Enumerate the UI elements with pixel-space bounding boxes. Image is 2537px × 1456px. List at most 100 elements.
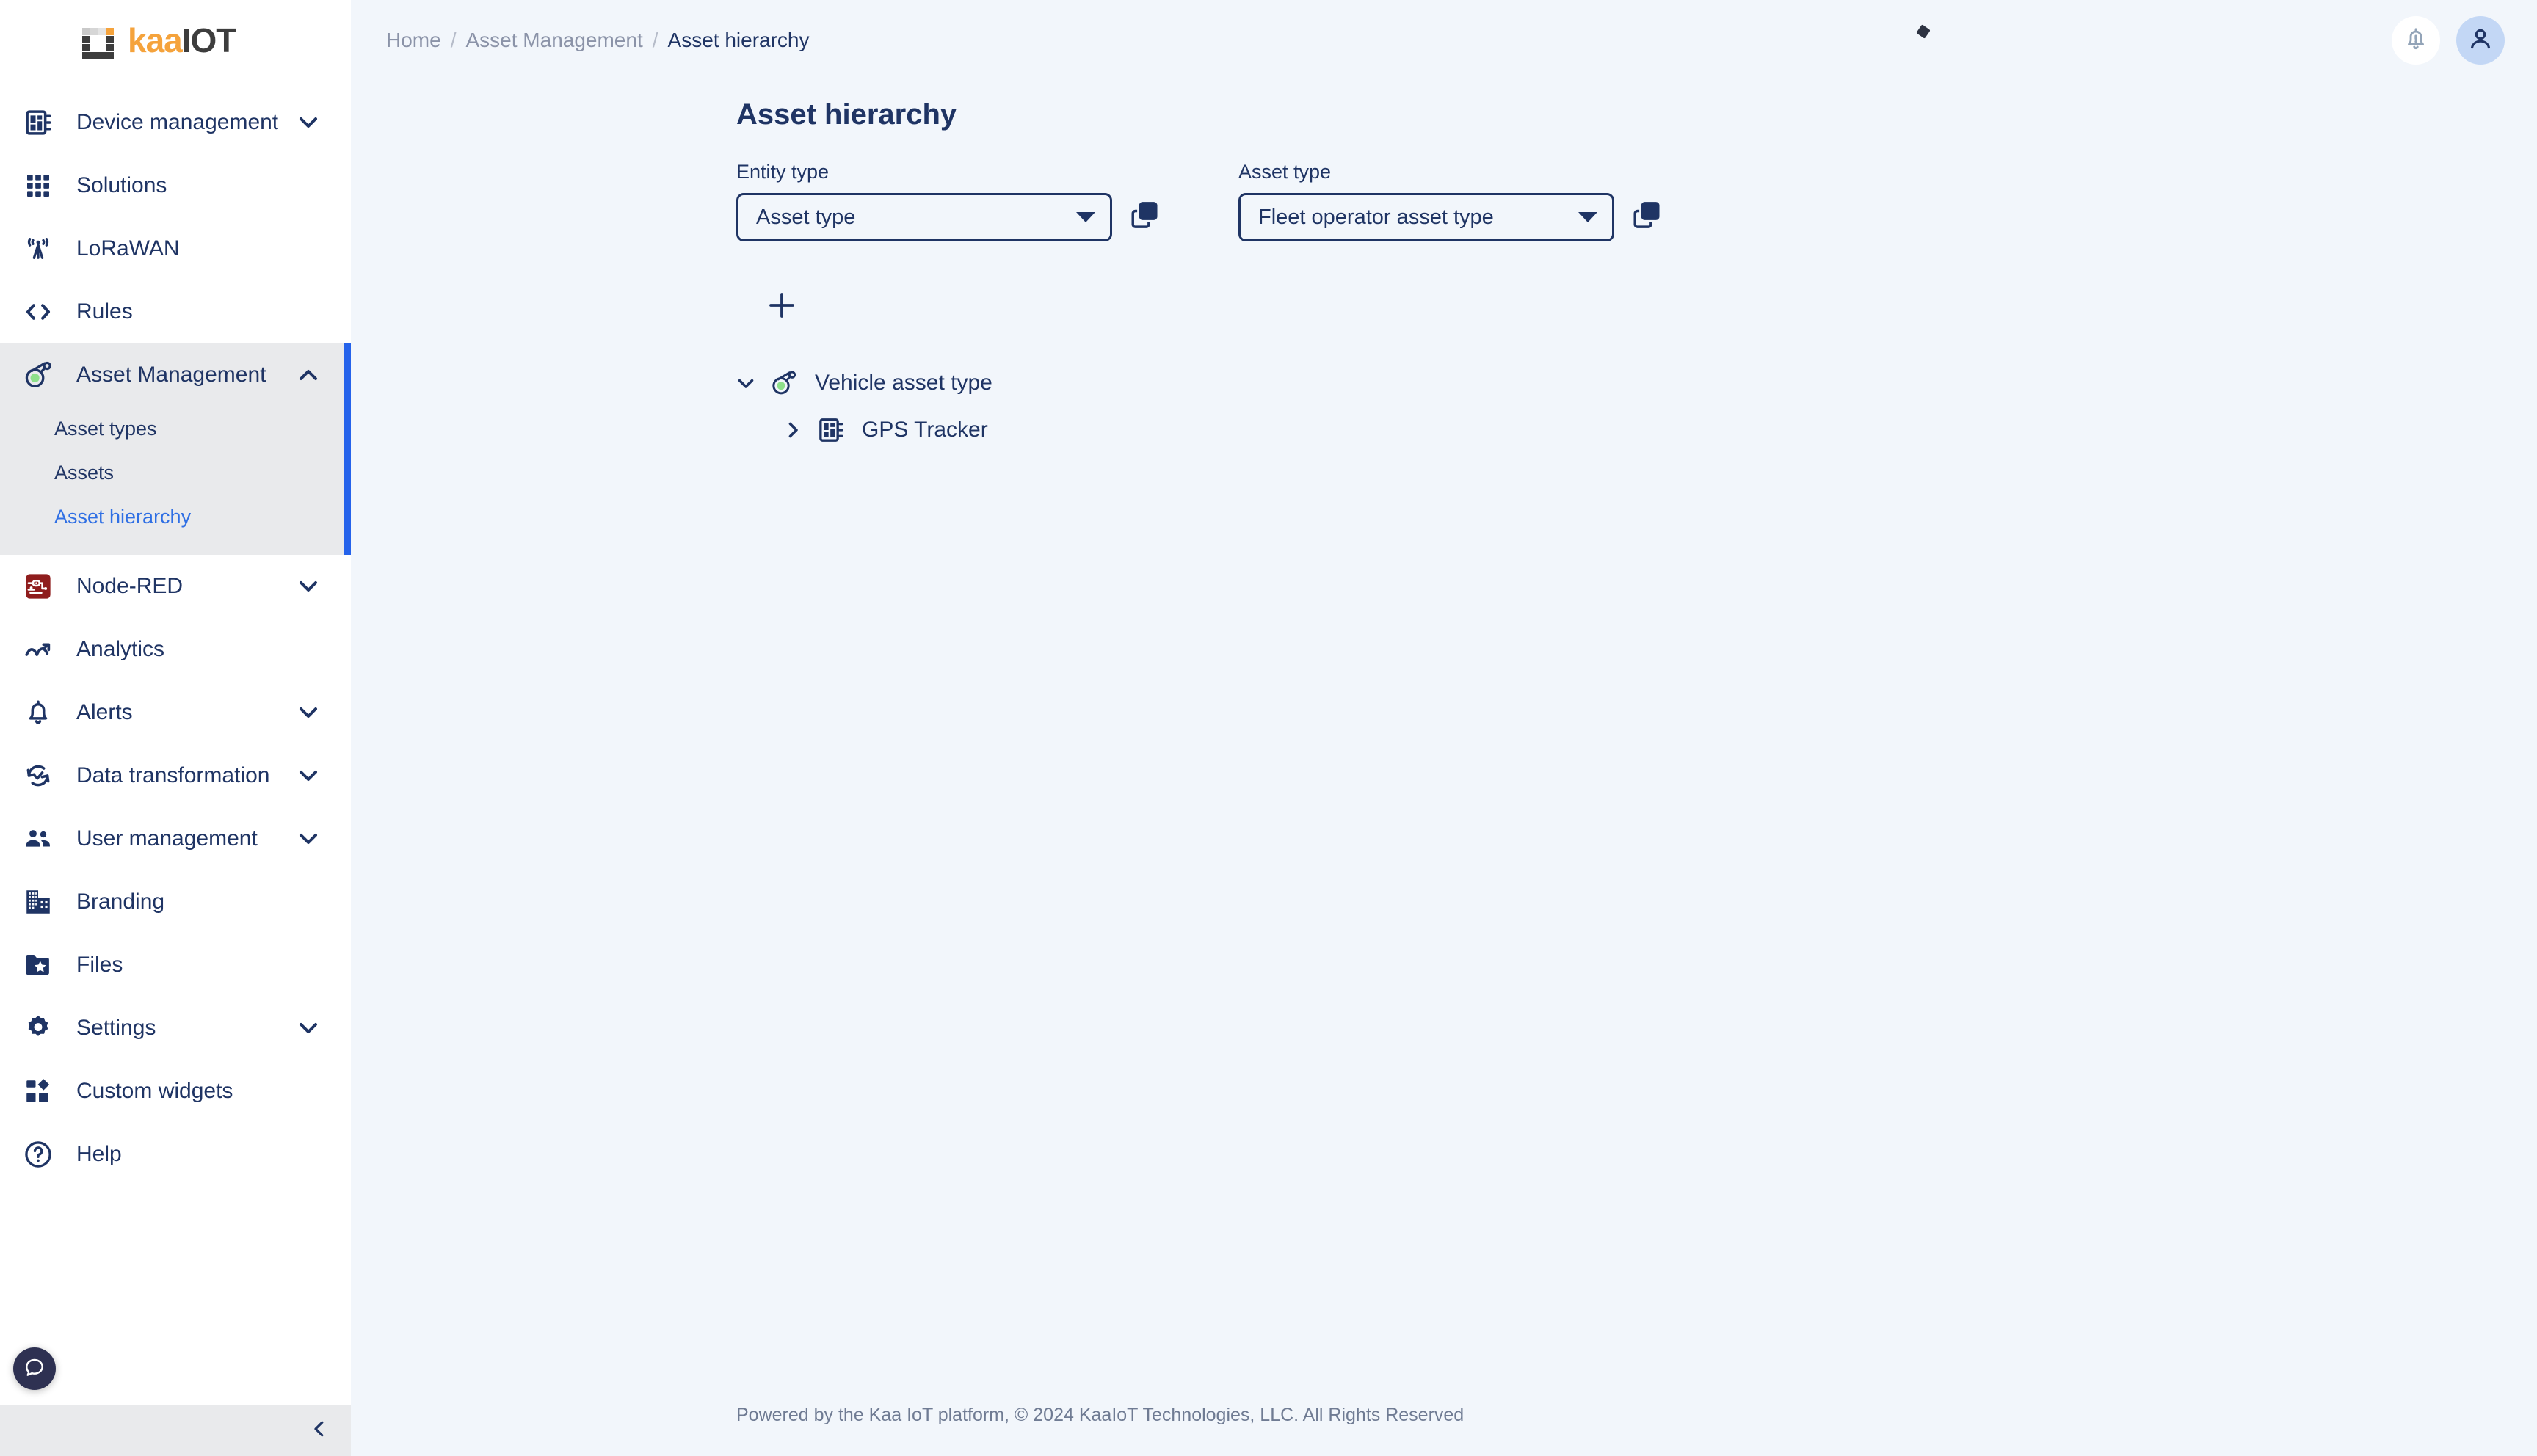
asset-type-field: Asset type Fleet operator asset type [1238, 161, 1667, 241]
sidebar-item-user-management[interactable]: User management [0, 807, 351, 870]
entity-type-select-row: Asset type [736, 193, 1165, 241]
asset-type-select-row: Fleet operator asset type [1238, 193, 1667, 241]
sidebar-item-label: Files [76, 953, 123, 977]
chip-icon [21, 105, 56, 140]
sidebar-item-device-management[interactable]: Device management [0, 91, 351, 154]
sidebar-item-data-transformation[interactable]: Data transformation [0, 744, 351, 807]
antenna-icon [21, 231, 56, 266]
refresh-check-icon [21, 758, 56, 793]
gear-icon [21, 1011, 56, 1046]
sidebar-item-label: Branding [76, 889, 165, 914]
sidebar-item-asset-management[interactable]: Asset Management [0, 343, 351, 407]
breadcrumb-item-asset-management[interactable]: Asset Management [465, 29, 642, 52]
sidebar-item-label: Help [76, 1142, 122, 1166]
sidebar-item-node-red[interactable]: Node-RED [0, 555, 351, 618]
bell-icon [21, 695, 56, 730]
tree-node-label: GPS Tracker [862, 418, 988, 442]
copy-icon [1630, 199, 1667, 231]
sidebar-item-label: Custom widgets [76, 1079, 233, 1103]
chevron-up-icon[interactable] [294, 360, 323, 390]
sidebar-item-branding[interactable]: Branding [0, 870, 351, 933]
tree-node-vehicle-asset-type[interactable]: Vehicle asset type [730, 360, 2537, 406]
tree-node-gps-tracker[interactable]: GPS Tracker [730, 407, 2537, 453]
sidebar-item-label: Node-RED [76, 574, 184, 598]
sidebar-subitem-asset-types[interactable]: Asset types [0, 407, 351, 451]
page-title-row: Asset hierarchy [351, 81, 2537, 131]
chevron-down-icon[interactable] [294, 824, 323, 853]
logo-area[interactable]: kaaIOT [0, 0, 351, 81]
notifications-button[interactable] [2392, 16, 2440, 65]
sidebar-item-help[interactable]: Help [0, 1123, 351, 1186]
footer: Powered by the Kaa IoT platform, © 2024 … [351, 1374, 2537, 1456]
chevron-right-icon[interactable] [777, 414, 809, 446]
sidebar-subitem-assets[interactable]: Assets [0, 451, 351, 495]
sidebar-item-settings[interactable]: Settings [0, 997, 351, 1060]
widgets-icon [21, 1074, 56, 1109]
entity-type-label: Entity type [736, 161, 830, 183]
sidebar-item-files[interactable]: Files [0, 933, 351, 997]
asset-tag-icon [766, 365, 802, 401]
chevron-down-icon[interactable] [294, 572, 323, 601]
topbar: Home / Asset Management / Asset hierarch… [351, 0, 2537, 81]
sidebar-subitem-asset-hierarchy[interactable]: Asset hierarchy [0, 495, 351, 539]
logo-mark-icon [82, 22, 120, 59]
chat-bubble-icon [23, 1355, 46, 1383]
chevron-down-icon[interactable] [294, 761, 323, 790]
breadcrumb-item-home[interactable]: Home [386, 29, 441, 52]
sidebar-item-label: Solutions [76, 173, 167, 197]
sidebar-item-lorawan[interactable]: LoRaWAN [0, 217, 351, 280]
sidebar-item-solutions[interactable]: Solutions [0, 154, 351, 217]
breadcrumb-separator: / [652, 29, 658, 51]
page-title: Asset hierarchy [736, 98, 957, 131]
sidebar-group-asset-management: Asset Management Asset types Assets Asse… [0, 343, 351, 555]
plus-icon [764, 288, 799, 327]
breadcrumb: Home / Asset Management / Asset hierarch… [386, 29, 809, 52]
entity-type-select[interactable]: Asset type [736, 193, 1112, 241]
sidebar-nav: Device management Solutions LoRaWAN Rule… [0, 81, 351, 1328]
chevron-left-icon [308, 1418, 330, 1444]
asset-hierarchy-tree: Vehicle asset type GPS Tracker [351, 327, 2537, 453]
user-avatar-icon [2467, 25, 2494, 57]
sidebar-item-analytics[interactable]: Analytics [0, 618, 351, 681]
chevron-down-icon[interactable] [294, 1013, 323, 1043]
chevron-down-icon[interactable] [294, 698, 323, 727]
node-red-icon [21, 569, 56, 604]
sidebar-item-label: User management [76, 826, 258, 851]
chevron-down-icon[interactable] [294, 108, 323, 137]
analytics-icon [21, 632, 56, 667]
entity-type-copy-button[interactable] [1128, 199, 1165, 236]
topbar-actions [2392, 16, 2505, 65]
add-node-button[interactable] [762, 287, 802, 327]
asset-type-label: Asset type [1238, 161, 1332, 183]
sidebar-item-rules[interactable]: Rules [0, 280, 351, 343]
asset-type-select[interactable]: Fleet operator asset type [1238, 193, 1614, 241]
app-root: kaaIOT Device management Solutions LoRaW… [0, 0, 2537, 1456]
asset-management-submenu: Asset types Assets Asset hierarchy [0, 407, 351, 555]
breadcrumb-separator: / [450, 29, 457, 51]
breadcrumb-item-asset-hierarchy: Asset hierarchy [667, 29, 810, 51]
building-icon [21, 884, 56, 920]
chip-icon [813, 412, 849, 448]
code-brackets-icon [21, 294, 56, 330]
copy-icon [1128, 199, 1165, 231]
chat-bubble-button[interactable] [13, 1347, 56, 1390]
main-content: Home / Asset Management / Asset hierarch… [351, 0, 2537, 1456]
account-avatar-button[interactable] [2456, 16, 2505, 65]
chevron-down-icon [1076, 212, 1095, 222]
asset-type-copy-button[interactable] [1630, 199, 1667, 236]
sidebar-collapse-button[interactable] [0, 1405, 351, 1456]
people-icon [21, 821, 56, 856]
grid-icon [21, 168, 56, 203]
sidebar-item-alerts[interactable]: Alerts [0, 681, 351, 744]
sidebar-item-label: Analytics [76, 637, 165, 661]
sidebar-item-custom-widgets[interactable]: Custom widgets [0, 1060, 351, 1123]
asset-type-value: Fleet operator asset type [1258, 205, 1494, 229]
filters-bar: Entity type Asset type Asset type Fleet … [351, 131, 2537, 241]
sidebar-item-label: Data transformation [76, 763, 270, 787]
asset-tag-icon [21, 357, 56, 393]
sidebar-item-label: Device management [76, 110, 279, 134]
chevron-down-icon[interactable] [730, 367, 762, 399]
sidebar-item-label: Settings [76, 1016, 156, 1040]
tree-node-label: Vehicle asset type [815, 371, 992, 395]
kaaiot-logo[interactable]: kaaIOT [82, 22, 236, 59]
